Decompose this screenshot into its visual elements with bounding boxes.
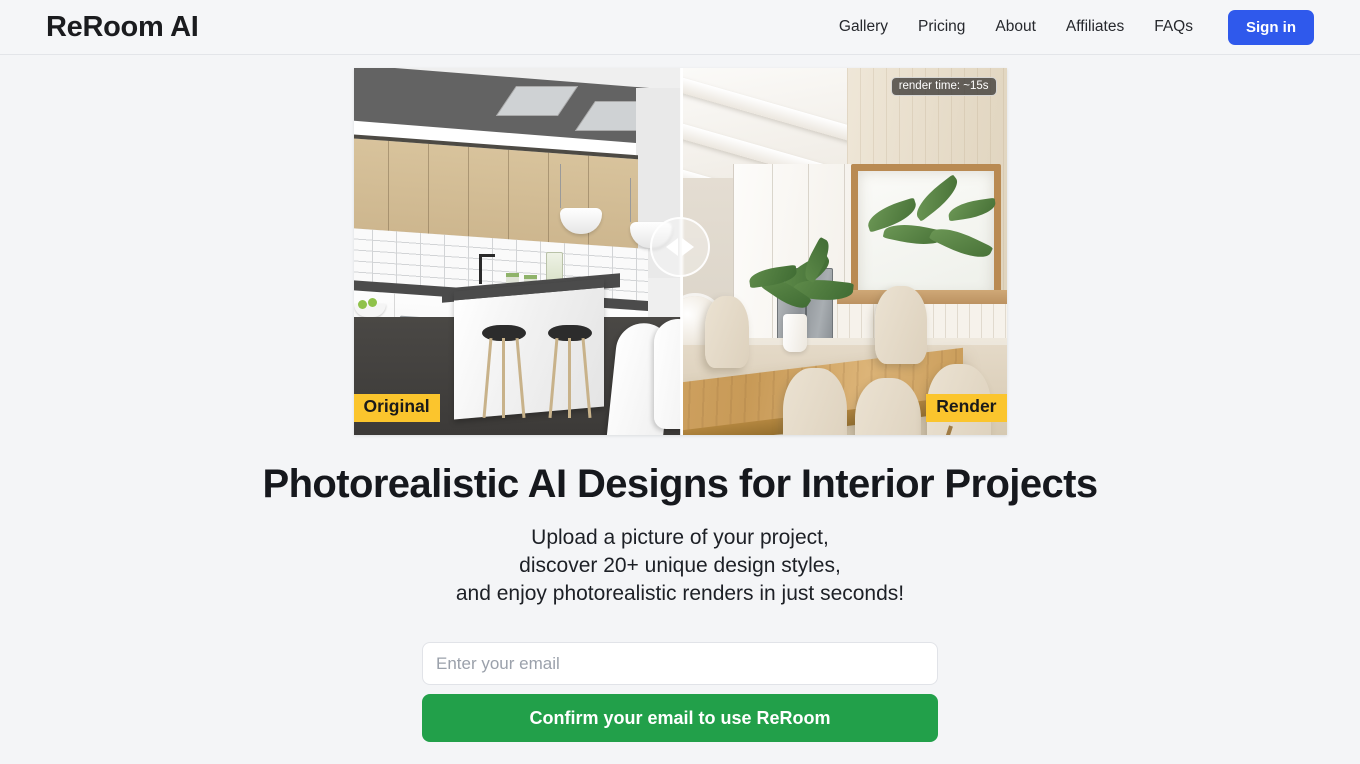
brand-logo[interactable]: ReRoom AI: [46, 11, 199, 44]
render-time-badge: render time: ~15s: [890, 77, 997, 96]
sign-in-button[interactable]: Sign in: [1228, 9, 1314, 45]
nav-item-about[interactable]: About: [995, 18, 1036, 36]
main-navigation: Gallery Pricing About Affiliates FAQs Si…: [839, 9, 1314, 45]
original-kitchen-3d-render: [353, 68, 681, 435]
nav-item-pricing[interactable]: Pricing: [918, 18, 965, 36]
hero-section: Original render time: ~15s Render Photor…: [0, 55, 1360, 742]
render-image-pane: render time: ~15s Render: [680, 68, 1007, 435]
hero-subtitle-line-3: and enjoy photorealistic renders in just…: [455, 582, 905, 605]
photorealistic-dining-room-render: [682, 68, 1007, 435]
site-header: ReRoom AI Gallery Pricing About Affiliat…: [0, 0, 1360, 55]
original-badge: Original: [353, 394, 440, 422]
nav-item-gallery[interactable]: Gallery: [839, 18, 888, 36]
comparison-slider-handle[interactable]: [649, 217, 710, 277]
hero-subtitle: Upload a picture of your project, discov…: [456, 524, 904, 608]
nav-item-affiliates[interactable]: Affiliates: [1066, 18, 1124, 36]
email-input[interactable]: [422, 642, 938, 685]
original-image-pane: Original: [353, 68, 681, 435]
hero-subtitle-line-1: Upload a picture of your project,: [531, 526, 829, 549]
before-after-comparison-slider[interactable]: Original render time: ~15s Render: [353, 68, 1007, 435]
hero-subtitle-line-2: discover 20+ unique design styles,: [519, 554, 841, 577]
arrow-left-icon: [665, 238, 678, 256]
render-badge: Render: [926, 394, 1007, 422]
signup-form: Confirm your email to use ReRoom: [422, 642, 938, 742]
page-title: Photorealistic AI Designs for Interior P…: [262, 462, 1099, 506]
nav-item-faqs[interactable]: FAQs: [1154, 18, 1193, 36]
confirm-email-button[interactable]: Confirm your email to use ReRoom: [422, 694, 938, 742]
arrow-right-icon: [681, 238, 694, 256]
